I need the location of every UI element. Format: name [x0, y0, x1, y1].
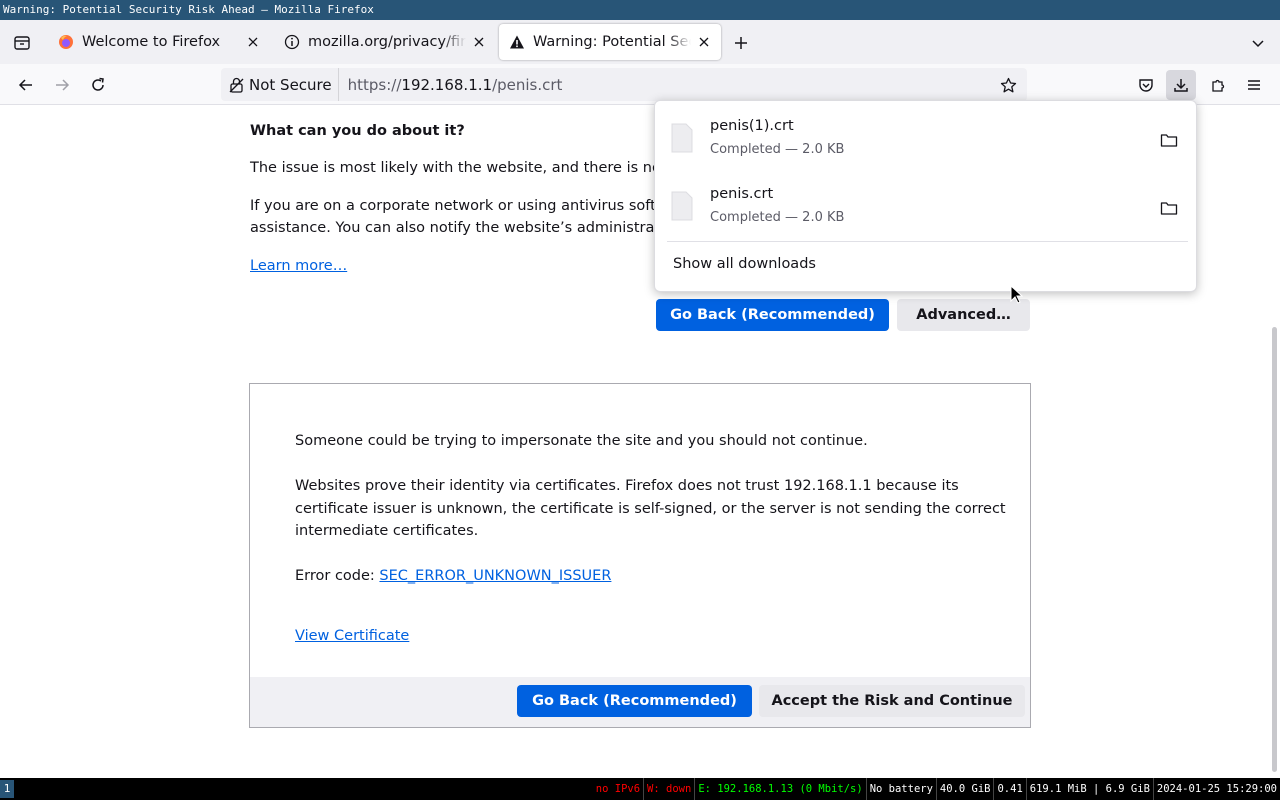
download-filename: penis.crt — [710, 186, 774, 202]
tab-label: Welcome to Firefox — [82, 34, 221, 50]
url-prefix: https:// — [347, 75, 402, 94]
close-icon[interactable] — [470, 33, 488, 51]
go-back-button[interactable]: Go Back (Recommended) — [656, 299, 889, 331]
tab-label: Warning: Potential Security Risk Ahead — [533, 34, 691, 50]
advanced-panel: Someone could be trying to impersonate t… — [249, 383, 1031, 728]
firefox-view-icon — [14, 36, 30, 50]
mouse-cursor-icon — [1010, 285, 1024, 304]
status-block: W: down — [644, 778, 696, 800]
panel-separator — [667, 241, 1188, 242]
hamburger-menu-icon — [1248, 80, 1260, 90]
tab-label: mozilla.org/privacy/firefox — [308, 34, 466, 50]
file-icon — [671, 123, 693, 153]
advanced-go-back-button[interactable]: Go Back (Recommended) — [517, 685, 752, 717]
status-block: 0.41 — [994, 778, 1027, 800]
bookmark-star-icon[interactable] — [997, 74, 1019, 96]
status-block: No battery — [867, 778, 937, 800]
downloads-panel: penis(1).crt Completed — 2.0 KB penis.cr… — [654, 100, 1197, 292]
nav-bar: Not Secure https://192.168.1.1/penis.crt — [0, 64, 1280, 105]
tab-privacy[interactable]: mozilla.org/privacy/firefox — [274, 24, 496, 60]
tab-warning[interactable]: Warning: Potential Security Risk Ahead — [499, 24, 721, 60]
certificate-explanation-line1: Websites prove their identity via certif… — [295, 478, 959, 494]
download-item[interactable]: penis.crt Completed — 2.0 KB — [663, 177, 1190, 239]
url-bar[interactable]: Not Secure https://192.168.1.1/penis.crt — [221, 68, 1027, 101]
reload-icon — [92, 77, 104, 91]
status-block: 619.1 MiB | 6.9 GiB — [1027, 778, 1154, 800]
app-menu-button[interactable] — [1239, 70, 1269, 100]
extensions-button[interactable] — [1203, 70, 1233, 100]
arrow-right-icon — [56, 79, 70, 91]
page-scrollbar[interactable] — [1272, 327, 1277, 772]
tab-strip: Welcome to Firefox mozilla.org/privacy/f… — [0, 20, 1280, 64]
status-block: 2024-01-25 15:29:00 — [1156, 783, 1277, 795]
new-tab-button[interactable] — [728, 30, 754, 56]
reload-button[interactable] — [83, 70, 113, 100]
error-code-line: Error code: SEC_ERROR_UNKNOWN_ISSUER — [295, 565, 1095, 587]
downloads-button[interactable] — [1166, 70, 1196, 100]
folder-icon[interactable] — [1158, 129, 1180, 151]
firefox-logo-icon — [58, 34, 74, 50]
show-all-downloads-button[interactable]: Show all downloads — [673, 256, 816, 272]
not-secure-label: Not Secure — [249, 75, 332, 94]
advanced-panel-footer: Go Back (Recommended) Accept the Risk an… — [250, 677, 1030, 727]
chevron-down-icon — [1252, 40, 1264, 48]
warning-icon — [509, 34, 525, 50]
list-all-tabs-button[interactable] — [1245, 30, 1271, 56]
tab-welcome[interactable]: Welcome to Firefox — [48, 24, 270, 60]
download-status: Completed — 2.0 KB — [710, 142, 845, 157]
firefox-view-button[interactable] — [9, 30, 35, 56]
accept-risk-button[interactable]: Accept the Risk and Continue — [759, 685, 1025, 717]
close-icon[interactable] — [244, 33, 262, 51]
status-blocks: no IPv6 W: down E: 192.168.1.13 (0 Mbit/s)… — [593, 778, 1280, 800]
workspace-button[interactable]: 1 — [0, 780, 14, 798]
arrow-left-icon — [18, 79, 32, 91]
pocket-button[interactable] — [1131, 70, 1161, 100]
status-bar: 1 no IPv6 W: down E: 192.168.1.13 (0 Mbit/… — [0, 778, 1280, 800]
status-block: 40.0 GiB — [937, 778, 995, 800]
url-text[interactable]: https://192.168.1.1/penis.crt — [348, 76, 563, 94]
url-host: 192.168.1.1 — [401, 75, 493, 94]
impersonate-warning: Someone could be trying to impersonate t… — [295, 433, 868, 449]
error-code-link[interactable]: SEC_ERROR_UNKNOWN_ISSUER — [379, 568, 611, 584]
site-identity-button[interactable]: Not Secure — [221, 68, 339, 101]
forward-button[interactable] — [47, 70, 77, 100]
back-button[interactable] — [11, 70, 41, 100]
page-heading: What can you do about it? — [250, 123, 465, 139]
url-path: /penis.crt — [492, 75, 563, 94]
file-icon — [671, 191, 693, 221]
plus-icon — [735, 37, 747, 49]
puzzle-icon — [1212, 79, 1225, 92]
download-item[interactable]: penis(1).crt Completed — 2.0 KB — [663, 109, 1190, 171]
view-certificate-link[interactable]: View Certificate — [295, 628, 409, 644]
status-block: no IPv6 — [593, 778, 645, 800]
pocket-icon — [1139, 79, 1153, 92]
error-code-label: Error code: — [295, 568, 380, 584]
download-filename: penis(1).crt — [710, 118, 794, 134]
download-status: Completed — 2.0 KB — [710, 210, 845, 225]
status-block: E: 192.168.1.13 (0 Mbit/s) — [695, 778, 867, 800]
info-icon — [284, 34, 300, 50]
close-icon[interactable] — [695, 33, 713, 51]
certificate-explanation-line2: certificate issuer is unknown, the certi… — [295, 501, 1006, 517]
certificate-explanation-line3: intermediate certificates. — [295, 523, 479, 539]
learn-more-link[interactable]: Learn more… — [250, 258, 347, 274]
insecure-lock-icon — [229, 77, 244, 93]
download-icon — [1174, 79, 1188, 92]
folder-icon[interactable] — [1158, 197, 1180, 219]
window-title: Warning: Potential Security Risk Ahead —… — [0, 0, 1280, 20]
